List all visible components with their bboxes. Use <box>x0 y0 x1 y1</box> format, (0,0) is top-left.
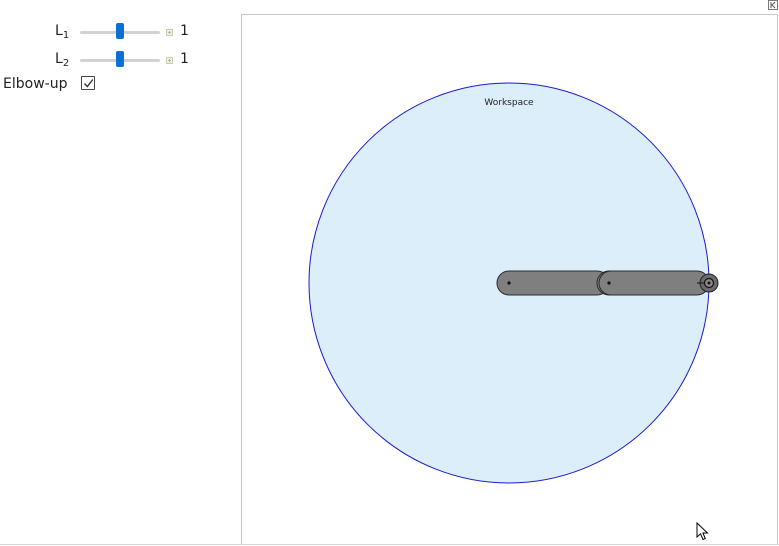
plot-area: Workspace <box>241 14 778 545</box>
check-icon <box>83 79 94 88</box>
base-joint <box>507 281 511 285</box>
elbow-up-label: Elbow-up <box>3 76 68 92</box>
link-2 <box>596 270 710 296</box>
arm-plot: Workspace <box>308 82 719 484</box>
l1-slider-thumb[interactable] <box>116 23 124 39</box>
control-panel: L1 1 L2 1 Elbow-up <box>0 0 240 120</box>
l1-label: L1 <box>55 23 70 41</box>
l2-label: L2 <box>55 51 70 69</box>
workspace-label: Workspace <box>484 98 534 108</box>
collapse-icon[interactable] <box>768 0 778 10</box>
l2-expand-icon[interactable] <box>166 57 173 64</box>
elbow-up-checkbox[interactable] <box>81 76 95 90</box>
link-1 <box>496 270 610 296</box>
l1-expand-icon[interactable] <box>166 29 173 36</box>
l1-value: 1 <box>180 23 189 39</box>
l2-slider-thumb[interactable] <box>116 51 124 67</box>
l2-value: 1 <box>180 51 189 67</box>
elbow-joint <box>607 281 611 285</box>
end-effector-center <box>707 281 711 285</box>
mouse-pointer-icon <box>696 522 709 541</box>
robot-arm <box>496 270 719 296</box>
